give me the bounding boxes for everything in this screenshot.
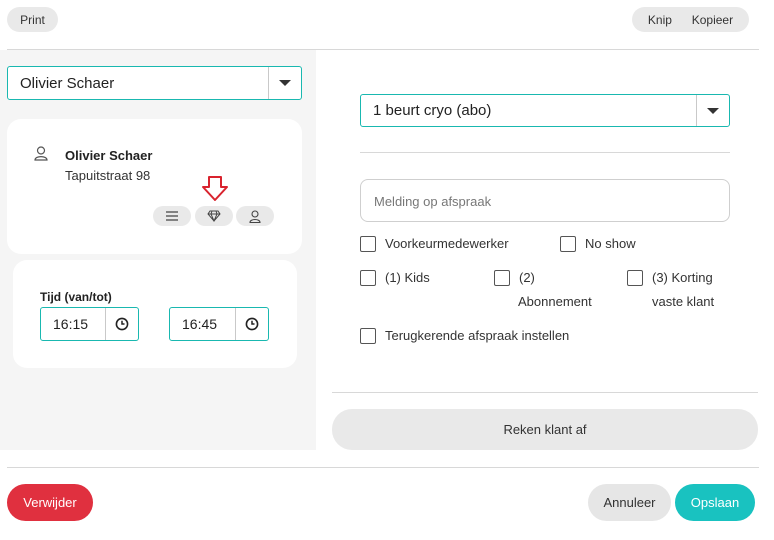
- clock-icon[interactable]: [105, 308, 138, 340]
- checkbox-box[interactable]: [360, 236, 376, 252]
- checkbox-label: (1) Kids: [385, 270, 430, 285]
- time-from-field[interactable]: 16:15: [40, 307, 139, 341]
- treatment-select[interactable]: 1 beurt cryo (abo): [360, 94, 730, 127]
- client-select-value: Olivier Schaer: [20, 74, 115, 92]
- checkbox-label: (3) Korting vaste klant: [652, 270, 714, 310]
- client-name: Olivier Schaer: [65, 148, 153, 163]
- loyalty-button[interactable]: [195, 206, 233, 226]
- time-to-value[interactable]: 16:45: [170, 308, 235, 340]
- clipboard-group: Knip Kopieer: [632, 7, 749, 32]
- subscription-checkbox[interactable]: (2) Abonnement: [494, 270, 592, 310]
- checkbox-box[interactable]: [360, 270, 376, 286]
- print-button[interactable]: Print: [7, 7, 58, 32]
- checkbox-box[interactable]: [360, 328, 376, 344]
- chevron-down-icon[interactable]: [696, 95, 729, 126]
- user-icon: [34, 146, 48, 164]
- checkbox-label: (2) Abonnement: [518, 270, 592, 310]
- chevron-down-icon[interactable]: [268, 67, 301, 99]
- arrow-down-icon: [201, 176, 229, 205]
- checkbox-label-line: vaste klant: [652, 294, 715, 309]
- diamond-icon: [207, 210, 221, 222]
- footer-divider: [7, 467, 759, 468]
- menu-icon: [166, 211, 178, 221]
- client-card: [7, 119, 302, 254]
- delete-button[interactable]: Verwijder: [7, 484, 93, 521]
- time-label: Tijd (van/tot): [40, 290, 112, 304]
- discount-checkbox[interactable]: (3) Korting vaste klant: [627, 270, 714, 310]
- checkbox-label-line: (2): [519, 270, 535, 285]
- checkout-button[interactable]: Reken klant af: [332, 409, 758, 450]
- card-divider: [360, 152, 730, 153]
- kids-checkbox[interactable]: (1) Kids: [360, 270, 430, 286]
- cut-button[interactable]: Knip: [648, 13, 672, 27]
- checkbox-box[interactable]: [494, 270, 510, 286]
- time-to-field[interactable]: 16:45: [169, 307, 269, 341]
- copy-button[interactable]: Kopieer: [692, 13, 733, 27]
- checkbox-label-line: (3) Korting: [652, 270, 713, 285]
- treatment-select-value: 1 beurt cryo (abo): [373, 102, 492, 119]
- client-profile-button[interactable]: [236, 206, 274, 226]
- cancel-button[interactable]: Annuleer: [588, 484, 671, 521]
- list-button[interactable]: [153, 206, 191, 226]
- right-divider: [332, 392, 758, 393]
- recurring-checkbox[interactable]: Terugkerende afspraak instellen: [360, 328, 569, 344]
- client-select[interactable]: Olivier Schaer: [7, 66, 302, 100]
- checkbox-label: Terugkerende afspraak instellen: [385, 328, 570, 343]
- checkbox-box[interactable]: [627, 270, 643, 286]
- preferred-employee-checkbox[interactable]: Voorkeurmedewerker: [360, 236, 509, 252]
- client-address: Tapuitstraat 98: [65, 168, 151, 183]
- checkbox-label: Voorkeurmedewerker: [385, 236, 509, 251]
- no-show-checkbox[interactable]: No show: [560, 236, 636, 252]
- clock-icon[interactable]: [235, 308, 268, 340]
- save-button[interactable]: Opslaan: [675, 484, 755, 521]
- time-from-value[interactable]: 16:15: [41, 308, 105, 340]
- checkbox-label-line: Abonnement: [518, 294, 592, 309]
- checkbox-box[interactable]: [560, 236, 576, 252]
- notes-input[interactable]: Melding op afspraak: [360, 179, 730, 222]
- user-icon: [249, 209, 261, 223]
- checkbox-label: No show: [585, 236, 636, 251]
